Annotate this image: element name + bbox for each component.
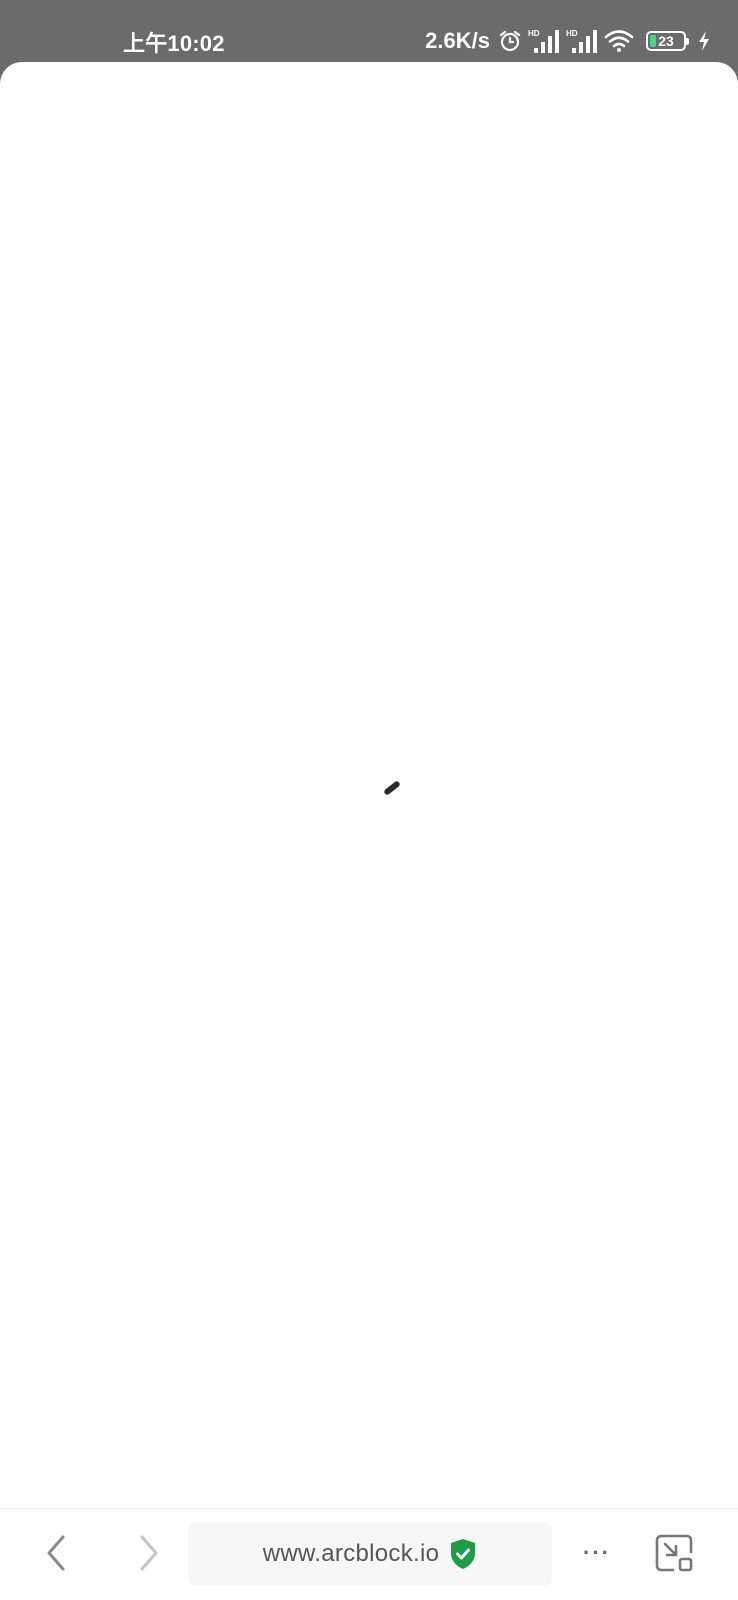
signal-hd-icon: HD	[528, 28, 560, 54]
charging-icon	[698, 30, 710, 52]
signal-2-label: HD	[566, 29, 578, 38]
web-content	[0, 62, 738, 1508]
back-icon	[47, 1535, 65, 1571]
forward-icon	[140, 1535, 158, 1571]
forward-button[interactable]	[119, 1523, 179, 1583]
phone-screen: 上午10:02 2.6K/s HD HD 23 www.arcblock.io …	[0, 0, 738, 1600]
exit-fullscreen-icon	[655, 1534, 693, 1572]
battery-level: 23	[658, 33, 674, 49]
wifi-icon	[604, 29, 634, 53]
url-text: www.arcblock.io	[262, 1540, 440, 1567]
alarm-icon	[498, 29, 522, 53]
network-speed: 2.6K/s	[425, 28, 490, 53]
more-icon: ···	[583, 1540, 611, 1565]
status-icons: 2.6K/s HD HD 23	[425, 24, 710, 58]
browser-toolbar: www.arcblock.io ···	[0, 1508, 738, 1600]
battery-icon: 23	[646, 31, 689, 51]
url-bar[interactable]: www.arcblock.io	[188, 1523, 552, 1585]
secure-shield-icon	[449, 1538, 477, 1570]
status-bar: 上午10:02 2.6K/s HD HD 23	[0, 0, 738, 62]
signal-hd-icon: HD	[566, 28, 598, 54]
signal-1-label: HD	[528, 29, 540, 38]
more-button[interactable]: ···	[567, 1523, 627, 1583]
status-time: 上午10:02	[123, 31, 225, 56]
exit-fullscreen-button[interactable]	[644, 1523, 704, 1583]
loading-spinner-icon	[383, 780, 401, 796]
back-button[interactable]	[26, 1523, 86, 1583]
battery-fill	[650, 35, 656, 47]
